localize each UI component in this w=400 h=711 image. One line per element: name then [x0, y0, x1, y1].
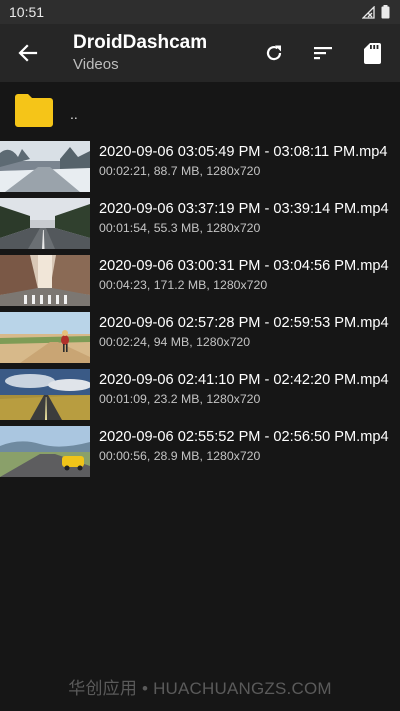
- status-time: 10:51: [9, 4, 45, 20]
- app-bar-actions: [249, 24, 400, 82]
- file-meta: 00:04:23, 171.2 MB, 1280x720: [99, 278, 268, 292]
- video-thumbnail: [0, 426, 90, 477]
- sd-card-icon: [363, 42, 381, 64]
- storage-button[interactable]: [348, 29, 396, 77]
- arrow-back-icon: [18, 44, 38, 62]
- parent-folder-label: ..: [70, 106, 78, 122]
- file-item[interactable]: 2020-09-06 02:55:52 PM - 02:56:50 PM.mp4…: [0, 425, 400, 482]
- app-subtitle: Videos: [73, 55, 119, 73]
- file-name: 2020-09-06 03:05:49 PM - 03:08:11 PM.mp4: [99, 144, 388, 160]
- folder-icon: [15, 94, 53, 127]
- file-list: 2020-09-06 03:05:49 PM - 03:08:11 PM.mp4…: [0, 140, 400, 482]
- file-text: 2020-09-06 02:57:28 PM - 02:59:53 PM.mp4…: [99, 311, 389, 351]
- video-thumbnail: [0, 198, 90, 249]
- file-text: 2020-09-06 02:55:52 PM - 02:56:50 PM.mp4…: [99, 425, 389, 465]
- status-bar: 10:51: [0, 0, 400, 24]
- video-thumbnail: [0, 141, 90, 192]
- file-item[interactable]: 2020-09-06 02:57:28 PM - 02:59:53 PM.mp4…: [0, 311, 400, 368]
- app-title: DroidDashcam: [73, 31, 208, 53]
- file-name: 2020-09-06 02:41:10 PM - 02:42:20 PM.mp4: [99, 372, 389, 388]
- parent-folder-row[interactable]: ..: [0, 82, 400, 140]
- signal-icon: [362, 5, 375, 19]
- file-meta: 00:02:24, 94 MB, 1280x720: [99, 335, 251, 349]
- file-name: 2020-09-06 03:00:31 PM - 03:04:56 PM.mp4: [99, 258, 389, 274]
- file-name: 2020-09-06 02:57:28 PM - 02:59:53 PM.mp4: [99, 315, 389, 331]
- file-item[interactable]: 2020-09-06 02:41:10 PM - 02:42:20 PM.mp4…: [0, 368, 400, 425]
- video-thumbnail: [0, 369, 90, 420]
- watermark: 华创应用 • HUACHUANGZS.COM: [68, 679, 332, 698]
- video-thumbnail: [0, 255, 90, 306]
- file-name: 2020-09-06 03:37:19 PM - 03:39:14 PM.mp4: [99, 201, 389, 217]
- file-meta: 00:01:09, 23.2 MB, 1280x720: [99, 392, 261, 406]
- app-bar: DroidDashcam Videos: [0, 24, 400, 82]
- sort-button[interactable]: [299, 29, 347, 77]
- file-meta: 00:00:56, 28.9 MB, 1280x720: [99, 449, 261, 463]
- file-meta: 00:02:21, 88.7 MB, 1280x720: [99, 164, 261, 178]
- back-button[interactable]: [0, 24, 56, 82]
- file-meta: 00:01:54, 55.3 MB, 1280x720: [99, 221, 261, 235]
- file-item[interactable]: 2020-09-06 03:05:49 PM - 03:08:11 PM.mp4…: [0, 140, 400, 197]
- file-text: 2020-09-06 03:00:31 PM - 03:04:56 PM.mp4…: [99, 254, 389, 294]
- file-text: 2020-09-06 03:05:49 PM - 03:08:11 PM.mp4…: [99, 140, 388, 180]
- file-item[interactable]: 2020-09-06 03:37:19 PM - 03:39:14 PM.mp4…: [0, 197, 400, 254]
- app-titles: DroidDashcam Videos: [73, 32, 207, 75]
- file-item[interactable]: 2020-09-06 03:00:31 PM - 03:04:56 PM.mp4…: [0, 254, 400, 311]
- file-name: 2020-09-06 02:55:52 PM - 02:56:50 PM.mp4: [99, 429, 389, 445]
- battery-icon: [381, 5, 390, 19]
- file-text: 2020-09-06 02:41:10 PM - 02:42:20 PM.mp4…: [99, 368, 389, 408]
- status-icons: [362, 5, 390, 19]
- refresh-icon: [266, 45, 282, 61]
- sort-icon: [314, 47, 332, 60]
- file-text: 2020-09-06 03:37:19 PM - 03:39:14 PM.mp4…: [99, 197, 389, 237]
- refresh-button[interactable]: [250, 29, 298, 77]
- video-thumbnail: [0, 312, 90, 363]
